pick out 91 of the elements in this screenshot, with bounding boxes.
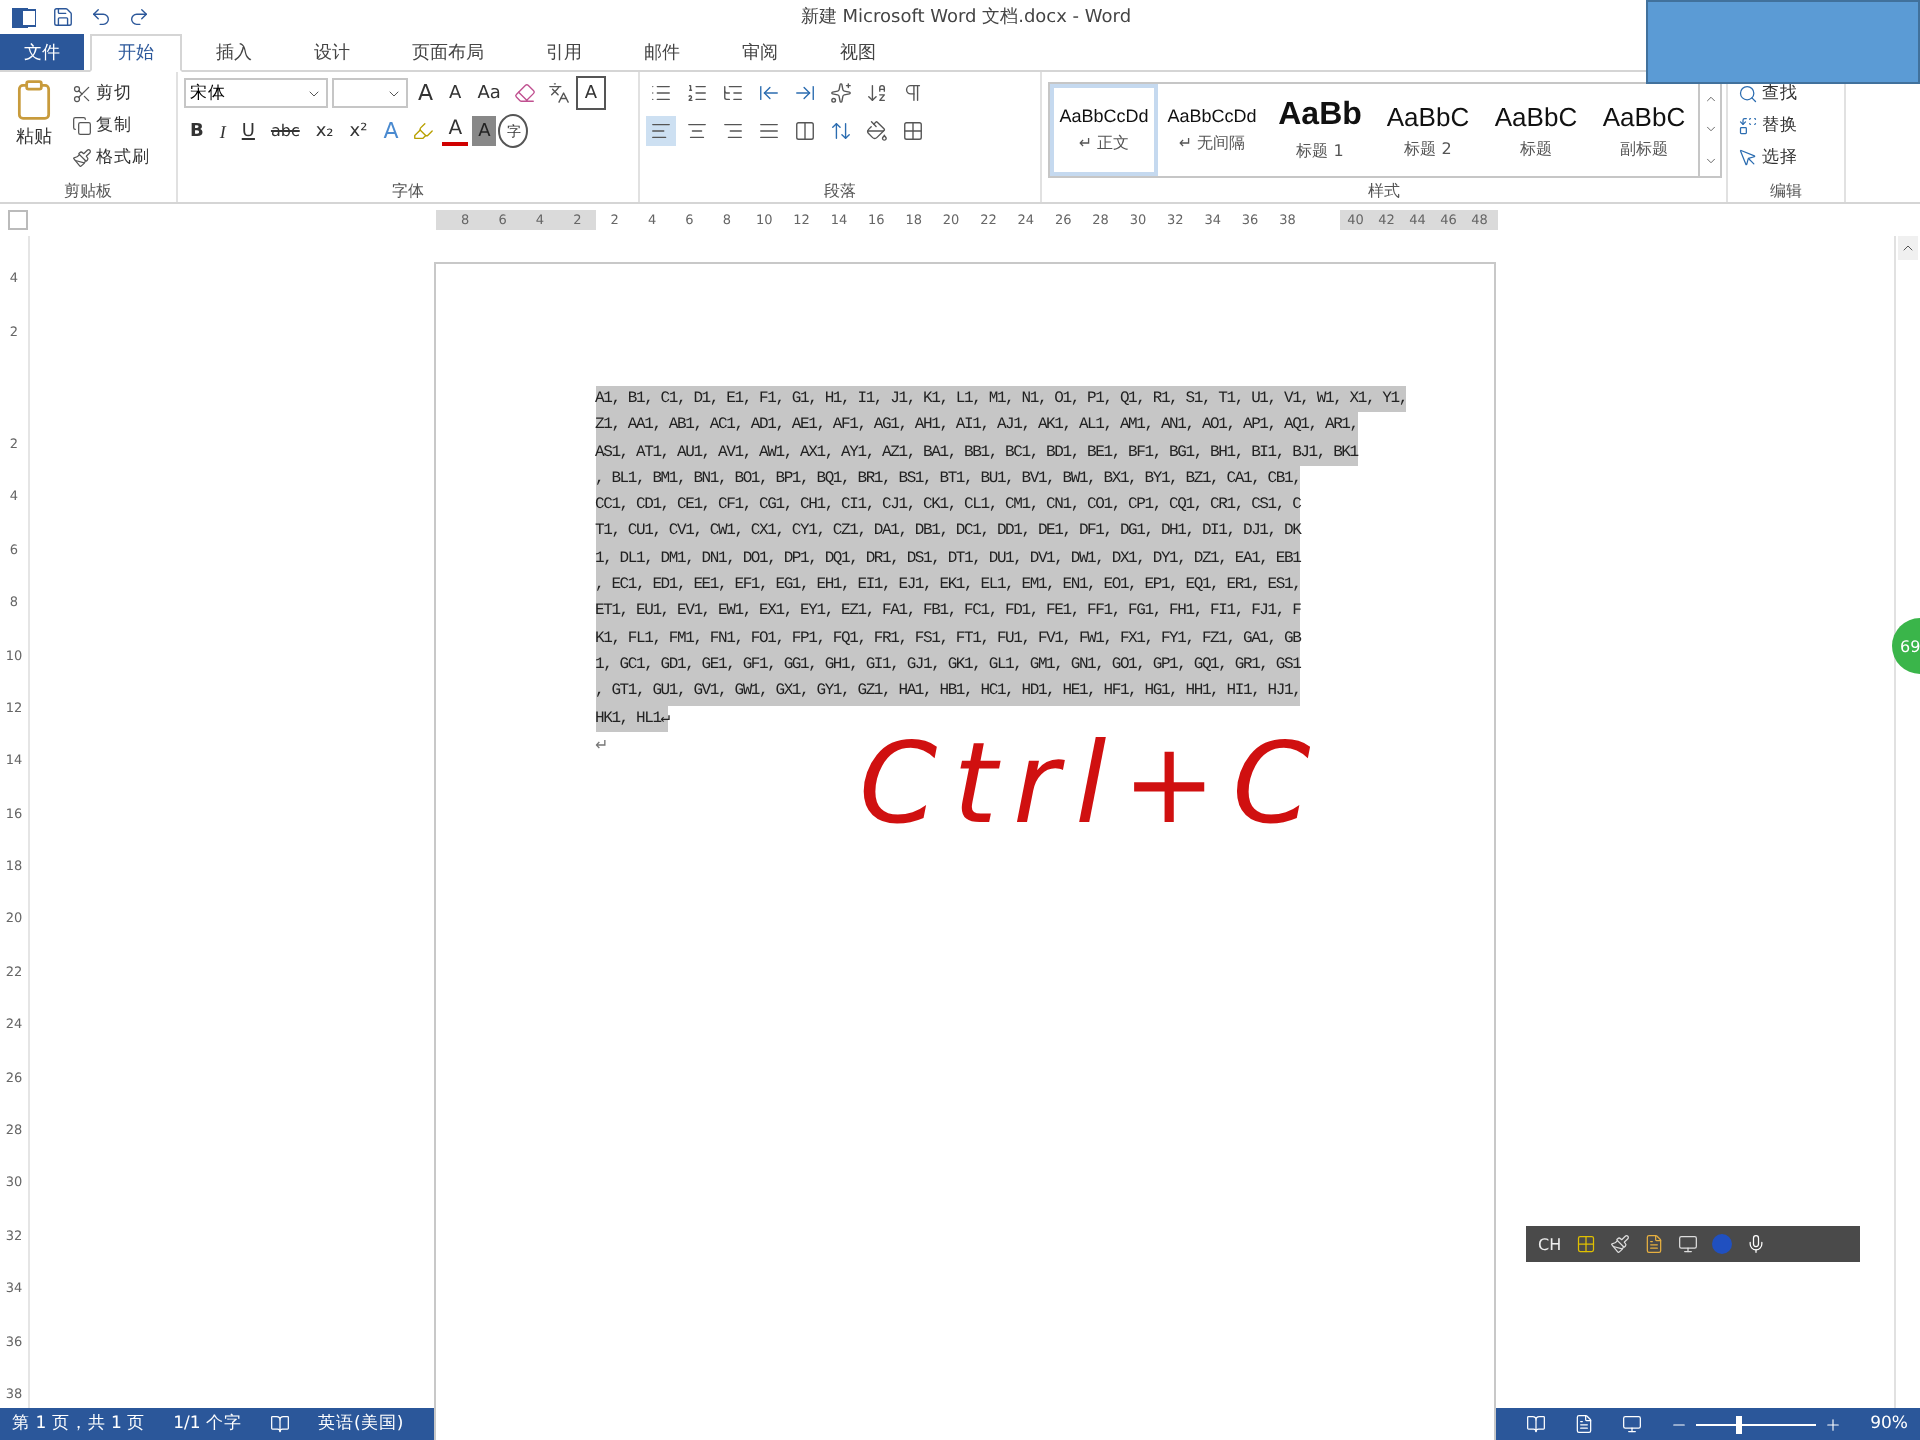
chevron-up-icon xyxy=(1900,240,1916,256)
redo-button[interactable] xyxy=(128,3,150,31)
eraser-icon xyxy=(514,82,537,104)
subscript-button[interactable]: x₂ xyxy=(309,116,340,146)
read-mode-icon xyxy=(1526,1414,1547,1434)
paintbrush-icon xyxy=(1609,1234,1630,1254)
search-icon xyxy=(1738,83,1758,103)
underline-button[interactable]: U xyxy=(235,116,261,146)
document-icon xyxy=(1643,1234,1664,1254)
text-effects-button[interactable]: A xyxy=(377,116,405,146)
grow-font-button[interactable]: A xyxy=(412,78,440,108)
align-button[interactable] xyxy=(790,116,820,146)
language-icon xyxy=(548,82,571,104)
page-count[interactable]: 第 1 页，共 1 页 xyxy=(12,1412,146,1436)
monitor-icon xyxy=(1677,1234,1698,1254)
save-button[interactable] xyxy=(52,3,74,31)
group-label: 字体 xyxy=(390,180,426,202)
copy-button[interactable]: 复制 xyxy=(68,110,154,140)
font-name-field[interactable]: 宋体 xyxy=(184,78,328,108)
align-button[interactable] xyxy=(646,116,676,146)
align-center-icon xyxy=(686,120,708,142)
ribbon-tab[interactable]: 开始 xyxy=(90,34,182,72)
scroll-down-icon xyxy=(1703,122,1717,137)
decrease-indent-icon xyxy=(758,82,780,104)
painter-button[interactable]: 格式刷 xyxy=(68,142,154,172)
redo-icon xyxy=(128,6,150,28)
style-option[interactable]: AaBbCcDd ↵ 正文 xyxy=(1050,84,1158,176)
align-left-icon xyxy=(650,120,672,142)
replace-button[interactable]: 替换 xyxy=(1734,110,1802,140)
highlighter-icon xyxy=(412,120,435,142)
find-button[interactable]: 查找 xyxy=(1734,78,1802,108)
file-tab[interactable]: 文件 xyxy=(0,34,84,70)
microphone-icon xyxy=(1745,1234,1766,1254)
undo-button[interactable] xyxy=(90,3,112,31)
character-shading-button[interactable]: A xyxy=(472,116,497,146)
pointer-icon xyxy=(1738,147,1758,167)
zoom-level[interactable]: 90% xyxy=(1870,1414,1908,1434)
group-label: 剪贴板 xyxy=(62,180,114,202)
line-spacing-icon xyxy=(830,120,852,142)
zoom-in-icon xyxy=(1824,1415,1843,1433)
copy-icon xyxy=(72,115,92,135)
zoom-thumb[interactable] xyxy=(1735,1415,1742,1433)
clear-format-button[interactable] xyxy=(510,78,541,108)
sort-icon xyxy=(866,82,888,104)
change-case-button[interactable]: Aa xyxy=(471,78,507,108)
scissors-icon xyxy=(72,83,92,103)
paragraph-mark: ↵ xyxy=(595,733,611,758)
font-size-field[interactable] xyxy=(332,78,408,108)
language-bar: CH xyxy=(1526,1226,1860,1262)
pilcrow-icon xyxy=(902,82,924,104)
word-count[interactable]: 1/1 个字 xyxy=(173,1412,243,1436)
window-title: 新建 Microsoft Word 文档.docx - Word xyxy=(800,5,1132,30)
scroll-up-icon xyxy=(1703,92,1717,107)
paste-button[interactable]: 粘贴 xyxy=(6,78,62,180)
shading-button[interactable] xyxy=(862,116,892,146)
group-label: 段落 xyxy=(822,180,858,202)
italic-button[interactable]: I xyxy=(213,116,232,146)
sparkle-icon xyxy=(830,82,852,104)
side-badge: 69 xyxy=(1892,618,1920,674)
group-label: 样式 xyxy=(1366,180,1402,202)
undo-icon xyxy=(90,6,112,28)
align-right-icon xyxy=(722,120,744,142)
cut-button[interactable]: 剪切 xyxy=(68,78,154,108)
word-app-icon xyxy=(12,5,36,29)
paintbrush-icon xyxy=(72,147,92,167)
bold-button[interactable]: B xyxy=(184,116,210,146)
justify-icon xyxy=(758,120,780,142)
handwritten-annotation: Ctrl+C xyxy=(859,720,1327,850)
superscript-button[interactable]: x² xyxy=(343,116,374,146)
paint-bucket-icon xyxy=(866,120,888,142)
grid-icon xyxy=(902,120,924,142)
book-icon xyxy=(270,1414,291,1434)
group-label: 编辑 xyxy=(1768,180,1804,202)
distribute-icon xyxy=(794,120,816,142)
increase-indent-icon xyxy=(794,82,816,104)
web-layout-icon xyxy=(1622,1414,1643,1434)
font-color-button[interactable]: A xyxy=(442,116,469,146)
more-icon xyxy=(1703,153,1717,168)
strikethrough-button[interactable]: abc xyxy=(264,116,306,146)
language-label[interactable]: 英语(美国) xyxy=(318,1412,404,1436)
shrink-font-button[interactable]: A xyxy=(443,78,468,108)
grid-icon xyxy=(1575,1234,1596,1254)
select-button[interactable]: 选择 xyxy=(1734,142,1802,172)
list-tree-icon xyxy=(722,82,744,104)
save-icon xyxy=(52,6,74,28)
borders-button[interactable] xyxy=(898,116,928,146)
print-layout-icon xyxy=(1574,1414,1595,1434)
asian-layout-button[interactable] xyxy=(826,78,856,108)
character-border-button[interactable]: A xyxy=(578,78,604,108)
numbered-list-icon xyxy=(686,82,708,104)
clipboard-icon xyxy=(12,78,56,122)
